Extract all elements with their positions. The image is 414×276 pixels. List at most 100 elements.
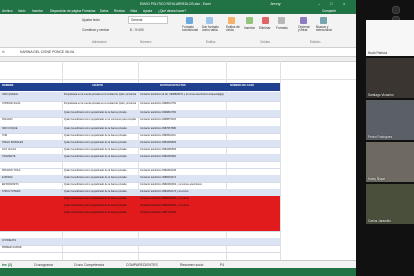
cell-asunto: Quién beneficiará como perjudicado de la… xyxy=(64,134,127,137)
header-caso: NÚMERO DE CASO xyxy=(230,84,255,87)
participant-name: Santiago Vizcaíno xyxy=(368,93,394,97)
table-row[interactable]: PRIMER GUBOR xyxy=(0,245,280,253)
cell-nombre: CHICA TOTERA xyxy=(2,190,21,193)
cell-asunto: Quién beneficiará como perjudicado en el… xyxy=(64,118,136,121)
cell-contacto: Contacto telefónico 0987767003 xyxy=(140,211,177,214)
cell-contacto: Contacto telefónico 0985604474 xyxy=(140,176,177,179)
conditional-format-icon xyxy=(186,17,193,24)
header-contactos: DATOS/CONTACTOS xyxy=(160,84,186,87)
wrap-text-button[interactable]: Ajustar texto xyxy=(82,18,100,22)
table-header-row: NOMBRE ASUNTO DATOS/CONTACTOS NÚMERO DE … xyxy=(0,83,280,91)
format-as-table-button[interactable]: Dar formato como tabla xyxy=(202,25,222,33)
status-bar xyxy=(0,268,356,276)
delete-cells-icon xyxy=(262,17,269,24)
delete-cells-button[interactable]: Eliminar xyxy=(259,26,271,30)
header-asunto: ASUNTO xyxy=(92,84,103,87)
participant-name: Carlos Jaramillo xyxy=(368,219,391,223)
cell-asunto: Quién beneficiará como perjudicado de la… xyxy=(64,111,127,114)
participant-tile[interactable]: Carlos Jaramillo xyxy=(366,184,414,224)
cell-nombre: IYES QUEZAL xyxy=(2,93,19,96)
merge-center-button[interactable]: Combinar y centrar xyxy=(82,28,109,32)
conditional-format-button[interactable]: Formato condicional xyxy=(182,25,198,33)
grid-line xyxy=(0,79,356,80)
cell-asunto: Perjudicada en la cuenta privada en la c… xyxy=(64,93,136,96)
cell-nombre: TOR xyxy=(2,134,8,137)
ribbon-toolbar: Ajustar texto Combinar y centrar General… xyxy=(0,14,356,48)
cell-styles-button[interactable]: Estilos de celda xyxy=(226,25,240,33)
cell-nombre: SOLANO xyxy=(2,118,13,121)
section-number: Número xyxy=(140,40,152,44)
cell-contacto: Contacto telefónico 0998870315 xyxy=(140,118,177,121)
cell-contacto: Contacto telefónico 0998010752 xyxy=(140,102,177,105)
cell-nombre: STAMANTE xyxy=(2,155,16,158)
participant-name: Noah Patricia xyxy=(368,51,388,55)
cell-contacto: Contacto telefónico 0985640003, y al cor… xyxy=(140,197,190,200)
cell-nombre: ER BONOSTO xyxy=(2,183,19,186)
grid-line xyxy=(280,61,281,260)
fx-icon: fx xyxy=(2,50,5,54)
cell-nombre: PRIMER GUBOR xyxy=(2,246,22,249)
cell-asunto: Quién beneficiará como perjudicado de la… xyxy=(64,141,127,144)
cell-asunto: Quién beneficiará como perjudicado de la… xyxy=(64,204,127,207)
section-alignment: Alineación xyxy=(92,40,107,44)
window-title: ENVIO POLITICO ROYA ARREGLOS.xlsx - Exce… xyxy=(140,2,211,6)
spreadsheet-grid[interactable]: NOMBRE ASUNTO DATOS/CONTACTOS NÚMERO DE … xyxy=(0,57,356,260)
cell-asunto: Quién beneficiará como perjudicado de la… xyxy=(64,127,127,130)
cell-nombre: LUO ULLOA xyxy=(2,148,17,151)
currency-buttons[interactable]: $ - % 000 xyxy=(130,28,144,32)
sort-filter-icon xyxy=(300,17,307,24)
cell-nombre: O PIDIEJOS xyxy=(2,239,17,242)
cell-contacto: Contacto telefónico 0982250062 xyxy=(140,155,177,158)
cell-asunto: Quién beneficiará como perjudicado de la… xyxy=(64,148,127,151)
formula-input[interactable]: KARINA DEL CISNE PONCE SILVA xyxy=(20,48,74,56)
format-cells-button[interactable]: Formato xyxy=(276,26,288,30)
camera-control-icon[interactable] xyxy=(392,6,400,14)
participant-tile[interactable]: Kaley Ñique xyxy=(366,142,414,182)
participant-tile[interactable]: Pedro Rodríguez xyxy=(366,100,414,140)
minimize-button[interactable]: – xyxy=(318,0,320,8)
cell-styles-icon xyxy=(228,17,235,24)
cell-contacto: Contacto telefónico 0980511001 xyxy=(140,134,176,137)
cell-asunto: Quién beneficiará como perjudicado de la… xyxy=(64,155,127,158)
cell-contacto: Contacto telefónico 0982260304, y al cor… xyxy=(140,183,202,186)
find-select-button[interactable]: Buscar y seleccionar xyxy=(316,25,338,33)
cell-nombre: CHONCE SILVA xyxy=(2,102,21,105)
participant-tile[interactable]: Noah Patricia xyxy=(366,20,414,56)
cell-nombre: STELO MORALES xyxy=(2,141,24,144)
cell-asunto: Quién beneficiará como perjudicado de la… xyxy=(64,197,127,200)
cell-asunto: Quién beneficiará como perjudicado de la… xyxy=(64,169,127,172)
cell-contacto: Contacto telefónico 0999810760 xyxy=(140,111,177,114)
cell-asunto: Quién beneficiará como perjudicado de la… xyxy=(64,211,127,214)
sort-filter-button[interactable]: Ordenar y filtrar xyxy=(298,25,312,33)
cell-asunto: Quién beneficiará como perjudicado de la… xyxy=(64,190,127,193)
insert-cells-button[interactable]: Insertar xyxy=(244,26,255,30)
cell-contacto: Contacto telefónico 0984452174 y al corr… xyxy=(140,190,189,193)
cell-contacto: Contacto telefónico 0982260304, y al cor… xyxy=(140,204,190,207)
section-cells: Celdas xyxy=(260,40,270,44)
participant-name: Kaley Ñique xyxy=(368,177,386,181)
section-editing: Edición xyxy=(310,40,321,44)
participant-name: Pedro Rodríguez xyxy=(368,135,393,139)
find-select-icon xyxy=(320,17,327,24)
user-name[interactable]: Jenny xyxy=(270,0,281,8)
number-format-dropdown[interactable]: General xyxy=(128,16,168,24)
cell-contacto: Contacto telefónico 0981846136 xyxy=(140,169,177,172)
cell-nombre: NDO COQUE xyxy=(2,127,18,130)
column-headers[interactable] xyxy=(0,57,356,62)
formula-bar: fx KARINA DEL CISNE PONCE SILVA xyxy=(0,48,356,57)
cell-asunto: Quién beneficiará como perjudicado de la… xyxy=(64,176,127,179)
cell-nombre: E BORJA xyxy=(2,176,13,179)
excel-titlebar: ENVIO POLITICO ROYA ARREGLOS.xlsx - Exce… xyxy=(0,0,356,8)
cell-contacto: Contacto telefónico 0984480609 xyxy=(140,148,177,151)
insert-cells-icon xyxy=(246,17,253,24)
cell-asunto: Perjudicada en la cuenta privada en la c… xyxy=(64,102,136,105)
close-button[interactable]: × xyxy=(343,0,345,8)
maximize-button[interactable]: □ xyxy=(330,0,332,8)
participant-tile[interactable]: Santiago Vizcaíno xyxy=(366,58,414,98)
section-styles: Estilos xyxy=(206,40,216,44)
cell-contacto: Contacto telefónico 0987667686 xyxy=(140,127,177,130)
cell-nombre: PROAÑO TOCA xyxy=(2,169,21,172)
cell-contacto: Contacto telefónico al No. 0998803971 y … xyxy=(140,93,224,96)
format-cells-icon xyxy=(278,17,285,24)
table-format-icon xyxy=(206,17,213,24)
